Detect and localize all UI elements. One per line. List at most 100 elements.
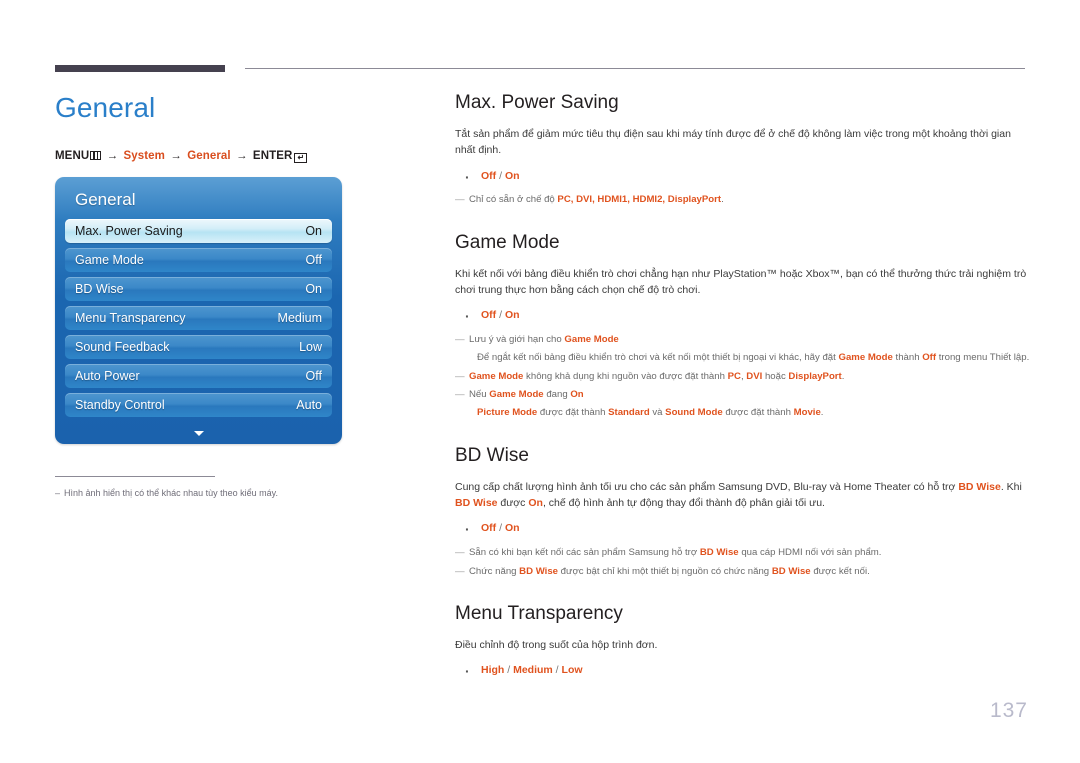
osd-row-sound-feedback[interactable]: Sound Feedback Low — [65, 335, 332, 359]
note-term2: BD Wise — [771, 565, 811, 577]
note-term1: Game Mode — [469, 370, 524, 382]
breadcrumb-arrow-1: → — [106, 150, 119, 162]
option-high: High — [481, 664, 505, 677]
osd-row-value: On — [305, 224, 322, 238]
note-line: — Game Mode không khả dụng khi nguồn vào … — [455, 369, 1030, 384]
breadcrumb-enter-label: ENTER — [252, 150, 293, 162]
osd-row-standby-control[interactable]: Standby Control Auto — [65, 393, 332, 417]
topic-body: Cung cấp chất lượng hình ảnh tối ưu cho … — [455, 479, 1030, 512]
note-sub-term3: Sound Mode — [665, 407, 723, 419]
note-sub-term1: Game Mode — [838, 352, 893, 364]
topic-body: Tắt sản phẩm để giảm mức tiêu thụ điện s… — [455, 128, 1011, 157]
breadcrumb-step-general: General — [187, 150, 231, 162]
left-footnote: – Hình ảnh hiển thị có thể khác nhau tùy … — [55, 476, 310, 500]
note-sub-term2: Off — [922, 352, 937, 364]
note-term3: DVI — [746, 370, 763, 382]
note-dash: — — [455, 370, 465, 382]
option-item: Off / On — [465, 305, 1030, 329]
osd-row-value: Medium — [277, 311, 322, 325]
footnote-body: Hình ảnh hiển thị có thể khác nhau tùy t… — [64, 488, 278, 498]
topic-bd-wise: BD Wise Cung cấp chất lượng hình ảnh tối… — [455, 445, 1030, 579]
osd-row-max-power-saving[interactable]: Max. Power Saving On — [65, 219, 332, 243]
note-a: Chức năng — [469, 565, 520, 577]
note-c: được kết nối. — [810, 565, 870, 577]
footnote-divider — [55, 476, 215, 477]
option-off: Off — [481, 309, 497, 322]
topic-body: Khi kết nối với bảng điều khiển trò chơi… — [455, 267, 1027, 296]
osd-row-label: Menu Transparency — [75, 311, 186, 325]
note-sub-a: được đặt thành — [537, 407, 609, 419]
topic-menu-transparency: Menu Transparency Điều chỉnh độ trong su… — [455, 603, 1030, 684]
osd-scroll-down[interactable] — [65, 422, 332, 444]
note-sub-line: Picture Mode được đặt thành Standard và … — [455, 405, 1030, 420]
note-sub-b: và — [649, 407, 666, 419]
note-term1: Game Mode — [489, 389, 544, 401]
topic-heading: Max. Power Saving — [455, 92, 619, 113]
note-prefix: Chỉ có sẵn ở chế độ — [469, 194, 558, 206]
osd-item-list: Max. Power Saving On Game Mode Off BD Wi… — [65, 219, 332, 444]
body-term1: BD Wise — [958, 480, 1001, 493]
osd-row-value: Low — [299, 340, 322, 354]
osd-row-value: Off — [305, 253, 322, 267]
osd-row-game-mode[interactable]: Game Mode Off — [65, 248, 332, 272]
topic-max-power-saving: Max. Power Saving Tắt sản phẩm để giảm m… — [455, 92, 1030, 208]
option-low: Low — [561, 664, 583, 677]
osd-row-auto-power[interactable]: Auto Power Off — [65, 364, 332, 388]
caret-down-icon — [193, 430, 204, 436]
body-b: . Khi — [1000, 480, 1022, 493]
note-sub-c: trong menu Thiết lập. — [936, 352, 1030, 364]
note-term2: On — [570, 389, 584, 401]
option-item: Off / On — [465, 166, 1030, 190]
osd-title: General — [75, 190, 136, 209]
topic-game-mode: Game Mode Khi kết nối với bảng điều khiể… — [455, 232, 1030, 421]
breadcrumb-step-system: System — [123, 150, 165, 162]
note-d: . — [841, 370, 845, 382]
manual-page: General MENU → System → General → ENTER ↵… — [0, 0, 1080, 763]
note-term1: BD Wise — [519, 565, 559, 577]
option-list: High / Medium / Low — [455, 660, 1030, 684]
osd-row-label: BD Wise — [75, 282, 124, 296]
note-line: — Chức năng BD Wise được bật chỉ khi một … — [455, 564, 1030, 579]
footnote-text: – Hình ảnh hiển thị có thể khác nhau tùy … — [55, 487, 310, 500]
note-dash: — — [455, 389, 465, 401]
osd-row-value: Auto — [296, 398, 322, 412]
left-column: General MENU → System → General → ENTER ↵… — [55, 92, 425, 500]
breadcrumb-arrow-2: → — [170, 150, 182, 162]
note-sub-c: được đặt thành — [722, 407, 794, 419]
note-sub-term4: Movie — [793, 407, 821, 419]
option-list: Off / On — [455, 166, 1030, 190]
topic-body: Điều chỉnh độ trong suốt của hộp trình đ… — [455, 638, 658, 651]
note-term4: DisplayPort — [788, 370, 842, 382]
osd-row-label: Auto Power — [75, 369, 140, 383]
note-line: — Lưu ý và giới hạn cho Game Mode — [455, 332, 1030, 347]
note-suffix: . — [721, 194, 724, 206]
option-item: High / Medium / Low — [465, 660, 1030, 684]
body-d: , chế độ hình ảnh tự động thay đổi thành… — [542, 497, 825, 510]
page-number: 137 — [989, 699, 1028, 722]
note-a: Sẵn có khi bạn kết nối các sản phẩm Sams… — [469, 547, 700, 559]
osd-row-menu-transparency[interactable]: Menu Transparency Medium — [65, 306, 332, 330]
option-separator: / — [496, 522, 505, 535]
footnote-dash: – — [55, 488, 61, 498]
note-sub-d: . — [820, 407, 824, 419]
note-term: BD Wise — [699, 547, 739, 559]
note-dash: — — [455, 334, 465, 346]
note-line: — Nếu Game Mode đang On — [455, 387, 1030, 402]
option-list: Off / On — [455, 518, 1030, 542]
note-prefix: Lưu ý và giới hạn cho — [469, 334, 565, 346]
option-separator-1: / — [504, 664, 514, 677]
osd-row-bd-wise[interactable]: BD Wise On — [65, 277, 332, 301]
osd-row-label: Sound Feedback — [75, 340, 170, 354]
page-title: General — [55, 92, 156, 123]
note-sub-term2: Standard — [608, 407, 650, 419]
note-a: không khả dụng khi nguồn vào được đặt th… — [523, 370, 728, 382]
option-on: On — [504, 309, 520, 322]
note-c: hoặc — [762, 370, 789, 382]
note-terms: PC, DVI, HDMI1, HDMI2, DisplayPort — [557, 194, 722, 206]
note-b: đang — [543, 389, 571, 401]
option-off: Off — [481, 522, 497, 535]
osd-row-label: Standby Control — [75, 398, 165, 412]
note-sub-a: Để ngắt kết nối bảng điều khiển trò chơi… — [477, 352, 839, 364]
note-a: Nếu — [469, 389, 490, 401]
topic-heading: Game Mode — [455, 231, 560, 253]
